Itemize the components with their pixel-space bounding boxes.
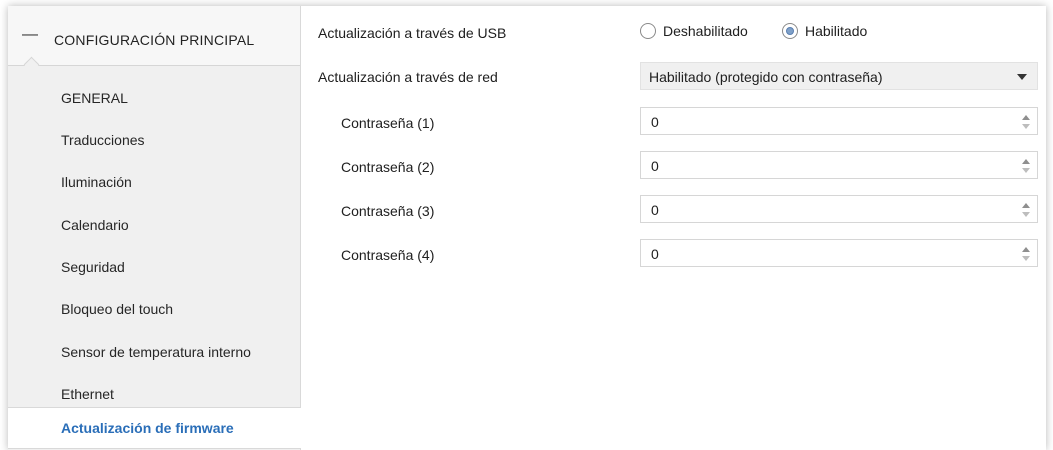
password-4-stepper[interactable]: 0 [640,239,1038,267]
sidebar-item-label: Iluminación [61,174,132,190]
sidebar-item-traducciones[interactable]: Traducciones [8,122,300,158]
password-2-label: Contraseña (2) [341,159,435,175]
stepper-value[interactable]: 0 [651,114,659,130]
network-update-dropdown[interactable]: Habilitado (protegido con contraseña) [640,62,1038,90]
increment-icon[interactable] [1022,115,1030,120]
password-3-label: Contraseña (3) [341,203,435,219]
sidebar-item-label: Seguridad [61,259,125,275]
password-2-stepper[interactable]: 0 [640,151,1038,179]
sidebar-item-label: Calendario [61,217,129,233]
password-1-label: Contraseña (1) [341,115,435,131]
collapse-icon[interactable]: — [22,26,38,44]
usb-update-label: Actualización a través de USB [318,25,507,41]
radio-deshabilitado-label[interactable]: Deshabilitado [663,23,748,39]
header-pointer [23,56,40,73]
window-frame: — CONFIGURACIÓN PRINCIPAL GENERAL Traduc… [8,6,1046,450]
sidebar-item-seguridad[interactable]: Seguridad [8,249,300,285]
stepper-value[interactable]: 0 [651,202,659,218]
sidebar-item-label: Traducciones [61,132,145,148]
password-4-label: Contraseña (4) [341,247,435,263]
stepper-value[interactable]: 0 [651,158,659,174]
sidebar-item-label: GENERAL [61,90,128,106]
decrement-icon[interactable] [1022,256,1030,261]
sidebar-item-actualizacion-firmware[interactable]: Actualización de firmware [8,407,301,449]
sidebar-item-label: Actualización de firmware [61,420,234,436]
decrement-icon[interactable] [1022,168,1030,173]
increment-icon[interactable] [1022,203,1030,208]
password-3-stepper[interactable]: 0 [640,195,1038,223]
stepper-value[interactable]: 0 [651,246,659,262]
sidebar-item-label: Bloqueo del touch [61,301,174,317]
sidebar-item-label: Ethernet [61,386,114,402]
chevron-down-icon[interactable] [1017,74,1027,80]
radio-habilitado-label[interactable]: Habilitado [805,23,867,39]
dropdown-value: Habilitado (protegido con contraseña) [649,69,883,85]
radio-habilitado[interactable] [782,23,798,39]
sidebar-item-iluminacion[interactable]: Iluminación [8,164,300,200]
sidebar-header-title: CONFIGURACIÓN PRINCIPAL [54,32,255,48]
decrement-icon[interactable] [1022,212,1030,217]
sidebar-item-bloqueo-touch[interactable]: Bloqueo del touch [8,291,300,327]
password-1-stepper[interactable]: 0 [640,107,1038,135]
sidebar: — CONFIGURACIÓN PRINCIPAL GENERAL Traduc… [8,6,301,450]
sidebar-item-calendario[interactable]: Calendario [8,207,300,243]
sidebar-item-sensor-temperatura[interactable]: Sensor de temperatura interno [8,334,300,370]
increment-icon[interactable] [1022,159,1030,164]
network-update-label: Actualización a través de red [318,69,498,85]
decrement-icon[interactable] [1022,124,1030,129]
radio-deshabilitado[interactable] [640,23,656,39]
sidebar-header[interactable]: — CONFIGURACIÓN PRINCIPAL [8,6,300,73]
increment-icon[interactable] [1022,247,1030,252]
main-panel: Actualización a través de USB Deshabilit… [301,6,1046,450]
sidebar-item-label: Sensor de temperatura interno [61,344,251,360]
sidebar-item-general[interactable]: GENERAL [8,80,300,116]
